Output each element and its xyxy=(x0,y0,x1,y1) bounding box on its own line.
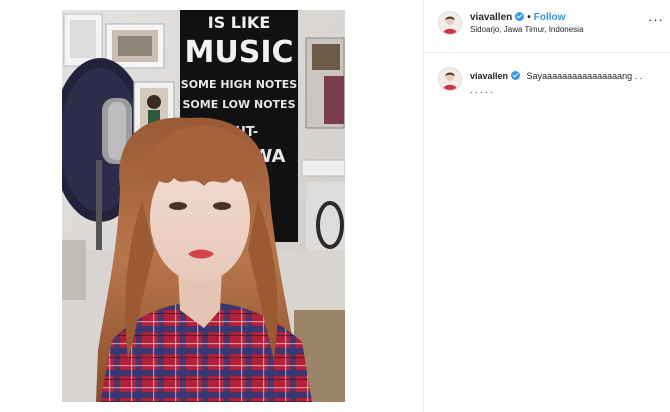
user-avatar[interactable] xyxy=(438,11,462,35)
dot-separator: • xyxy=(527,12,531,23)
caption-username[interactable]: viavallen xyxy=(470,71,508,81)
caption-avatar[interactable] xyxy=(438,67,462,91)
caption-text: Sayaaaaaaaaaaaaaaaang . . xyxy=(526,71,643,81)
header-user-line: viavallen • Follow xyxy=(470,12,565,23)
post-header: viavallen • Follow Sidoarjo, Jawa Timur, I… xyxy=(424,0,670,52)
caption-text-line2: . . . . . xyxy=(470,85,493,95)
follow-button[interactable]: Follow xyxy=(534,12,566,23)
poster-line-4: SOME LOW NOTES xyxy=(183,98,296,111)
caption-username-link[interactable]: viavallen xyxy=(470,71,521,81)
post-photo[interactable]: IS LIKE MUSIC SOME HIGH NOTES SOME LOW N… xyxy=(62,10,345,402)
pane-divider xyxy=(423,0,424,412)
photo-illustration: IS LIKE MUSIC SOME HIGH NOTES SOME LOW N… xyxy=(62,10,345,402)
verified-badge-icon xyxy=(511,71,521,80)
more-options-icon[interactable]: ··· xyxy=(648,12,664,27)
post-dialog: IS LIKE MUSIC SOME HIGH NOTES SOME LOW N… xyxy=(0,0,670,412)
header-divider xyxy=(424,52,670,53)
username-link[interactable]: viavallen xyxy=(470,12,512,23)
location-link[interactable]: Sidoarjo, Jawa Timur, Indonesia xyxy=(470,25,583,34)
poster-line-2: MUSIC xyxy=(185,35,294,70)
verified-badge-icon xyxy=(515,12,525,21)
avatar-image xyxy=(439,68,461,90)
poster-line-3: SOME HIGH NOTES xyxy=(181,78,298,91)
avatar-image xyxy=(439,12,461,34)
poster-line-1: IS LIKE xyxy=(208,13,271,32)
caption-text-block: viavallen Sayaaaaaaaaaaaaaaaang . . . . … xyxy=(470,69,660,97)
